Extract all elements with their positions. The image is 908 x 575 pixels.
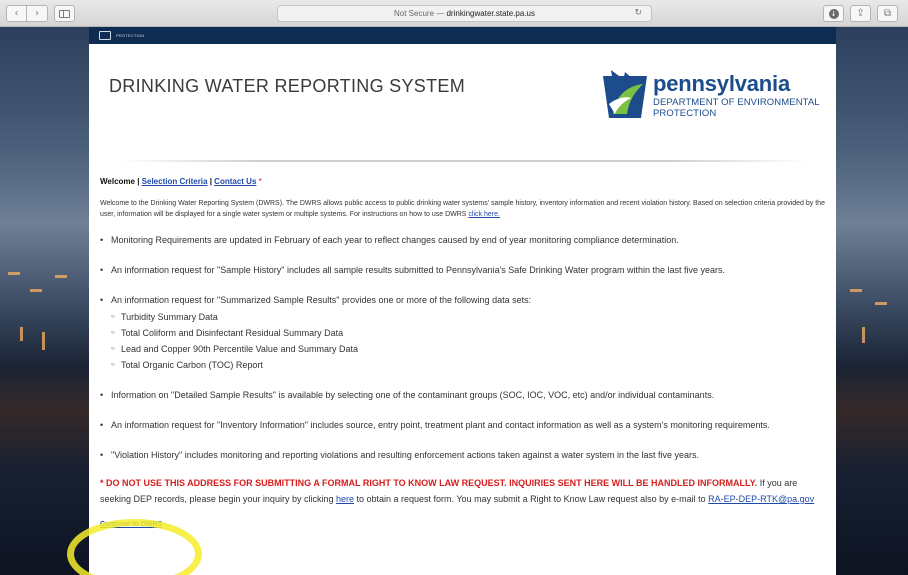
water-reflection xyxy=(862,327,865,343)
nav-contact-us-link[interactable]: Contact Us xyxy=(214,177,256,186)
nav-welcome: Welcome xyxy=(100,177,135,186)
page-title: DRINKING WATER REPORTING SYSTEM xyxy=(109,76,465,96)
share-icon: ⇪ xyxy=(856,8,865,19)
sub-list-item: Total Organic Carbon (TOC) Report xyxy=(111,357,825,373)
instructions-link[interactable]: click here. xyxy=(468,211,500,218)
list-item: Monitoring Requirements are updated in F… xyxy=(100,232,825,248)
list-item: An information request for "Inventory In… xyxy=(100,417,825,433)
forward-button[interactable]: › xyxy=(27,5,48,22)
intro-paragraph: Welcome to the Drinking Water Reporting … xyxy=(100,198,825,220)
water-reflection xyxy=(42,332,45,350)
reload-icon[interactable]: ↻ xyxy=(634,8,642,18)
city-light xyxy=(55,275,67,278)
sidebar-icon xyxy=(59,9,70,18)
downloads-button[interactable]: ↓ xyxy=(823,5,844,22)
notice-text: to obtain a request form. You may submit… xyxy=(353,494,709,504)
page-top-bar: PROTECTION xyxy=(89,27,836,44)
list-item: Information on "Detailed Sample Results"… xyxy=(100,387,825,403)
summary-datasets-list: Turbidity Summary Data Total Coliform an… xyxy=(111,309,825,373)
browser-toolbar: ‹ › Not Secure — drinkingwater.state.pa.… xyxy=(0,0,908,27)
rtk-notice: * DO NOT USE THIS ADDRESS FOR SUBMITTING… xyxy=(100,475,825,507)
list-item: "Violation History" includes monitoring … xyxy=(100,447,825,463)
city-light xyxy=(30,289,42,292)
share-button[interactable]: ⇪ xyxy=(850,5,871,22)
download-icon: ↓ xyxy=(828,8,839,19)
list-item: An information request for "Summarized S… xyxy=(100,292,825,373)
keystone-emblem-icon xyxy=(603,70,647,118)
sub-list-item: Total Coliform and Disinfectant Residual… xyxy=(111,325,825,341)
chevron-left-icon: ‹ xyxy=(14,8,19,19)
nav-asterisk: * xyxy=(256,177,262,186)
chevron-right-icon: › xyxy=(35,8,39,19)
address-bar[interactable]: Not Secure — drinkingwater.state.pa.us ↻ xyxy=(277,5,652,22)
logo-name: pennsylvania xyxy=(653,71,790,96)
tabs-overview-button[interactable]: ⧉ xyxy=(877,5,898,22)
browser-nav-buttons: ‹ › xyxy=(6,5,75,22)
rtk-email-link[interactable]: RA-EP-DEP-RTK@pa.gov xyxy=(708,494,814,504)
back-button[interactable]: ‹ xyxy=(6,5,27,22)
list-item: An information request for "Sample Histo… xyxy=(100,262,825,278)
dep-logo[interactable]: pennsylvania DEPARTMENT OF ENVIRONMENTAL… xyxy=(601,70,831,126)
web-page: PROTECTION DRINKING WATER REPORTING SYST… xyxy=(89,27,836,575)
request-form-link[interactable]: here xyxy=(336,494,354,504)
city-light xyxy=(8,272,20,275)
url-host: drinkingwater.state.pa.us xyxy=(446,9,535,18)
page-header: DRINKING WATER REPORTING SYSTEM pennsylv… xyxy=(89,44,836,164)
city-light xyxy=(875,302,887,305)
water-reflection xyxy=(20,327,23,341)
sidebar-toggle-button[interactable] xyxy=(54,5,75,22)
topbar-text: PROTECTION xyxy=(116,33,145,38)
browser-right-buttons: ↓ ⇪ ⧉ xyxy=(823,5,898,22)
sub-list-item: Lead and Copper 90th Percentile Value an… xyxy=(111,341,825,357)
not-secure-label: Not Secure — xyxy=(394,9,445,18)
nav-separator: | xyxy=(134,177,142,186)
city-light xyxy=(850,289,862,292)
main-content: Welcome | Selection Criteria | Contact U… xyxy=(100,177,825,531)
pa-mini-logo-icon xyxy=(99,31,111,40)
info-list: Monitoring Requirements are updated in F… xyxy=(100,232,825,463)
page-nav: Welcome | Selection Criteria | Contact U… xyxy=(100,177,825,186)
header-divider xyxy=(119,160,809,162)
tabs-icon: ⧉ xyxy=(883,8,892,19)
intro-text: Welcome to the Drinking Water Reporting … xyxy=(100,200,825,218)
nav-selection-criteria-link[interactable]: Selection Criteria xyxy=(142,177,208,186)
list-item-text: An information request for "Summarized S… xyxy=(111,295,532,305)
rtk-warning: * DO NOT USE THIS ADDRESS FOR SUBMITTING… xyxy=(100,478,758,488)
sub-list-item: Turbidity Summary Data xyxy=(111,309,825,325)
logo-department: DEPARTMENT OF ENVIRONMENTAL PROTECTION xyxy=(653,97,820,119)
